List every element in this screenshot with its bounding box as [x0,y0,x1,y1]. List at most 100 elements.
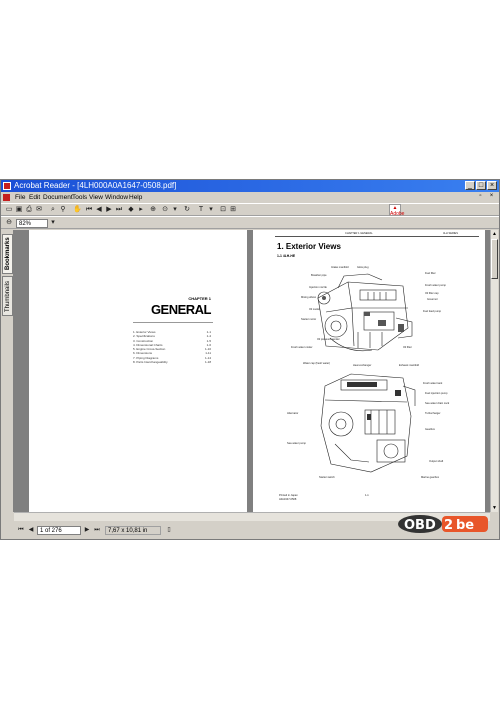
menu-view[interactable]: View [89,192,103,203]
scroll-up-icon[interactable]: ▲ [491,230,498,238]
footer-code: A0A1647-0508 [279,498,297,501]
callout-label: Turbocharger [425,412,441,415]
email-icon[interactable]: ✉ [35,206,43,214]
svg-text:2: 2 [444,518,453,533]
section-title: 1. Exterior Views [277,242,341,251]
save-icon[interactable]: ▣ [15,206,23,214]
callout-label: Output shaft [429,460,444,463]
callout-label: Fresh water tank [423,382,443,385]
main-toolbar: ▭ ▣ ⎙ ✉ ⌕ ⚲ ✋ ⏮ ◀ ▶ ⏭ ◆ ▸ ⊕ ⊙ ▾ ↻ T ▾ ⊡ … [1,203,499,216]
callout-label: Fresh water pump [425,284,446,287]
engine-illustration-top [317,273,413,352]
menu-bar: File Edit Document Tools View Window Hel… [1,192,499,203]
menu-document[interactable]: Document [43,192,73,203]
previous-page-icon[interactable]: ◀ [95,206,103,214]
zoom-in-icon[interactable]: ⊙ [161,206,169,214]
menu-window[interactable]: Window [105,192,128,203]
callout-label: Fuel injection pump [425,392,448,395]
text-select-icon[interactable]: T [197,206,205,214]
window-title: Acrobat Reader - [4LH000A0A1647-0508.pdf… [14,181,177,190]
callout-label: Oil cooler [309,308,320,311]
toc-labels: 1. Exterior Views 2. Specifications 3. C… [133,330,168,364]
footer-page-number: 1-1 [365,494,369,497]
menu-file[interactable]: File [15,192,25,203]
page-number-field[interactable]: 1 of 276 [37,526,81,535]
running-header: CHAPTER 1 GENERAL [345,232,373,235]
open-icon[interactable]: ▭ [5,206,13,214]
zoom-dropdown-icon[interactable]: ▾ [171,206,179,214]
engine-illustration-bottom [320,373,416,473]
callout-label: Marine gearbox [421,476,440,479]
callout-label: Glow plug [357,266,369,269]
doc-close-button[interactable]: × [487,193,496,201]
snapshot-icon[interactable]: ⊡ [219,206,227,214]
status-first-page-icon[interactable]: ⏮ [17,526,25,534]
go-back-icon[interactable]: ◆ [127,206,135,214]
callout-label: Oil filter [403,346,412,349]
title-rule [133,322,213,323]
page-size-display: 7,67 x 10,81 in [105,526,161,535]
close-button[interactable]: × [487,181,497,190]
footer-printed: Printed in Japan [279,494,298,497]
tab-bookmarks[interactable]: Bookmarks [2,234,13,274]
callout-label: Injection nozzle [309,286,327,289]
toc-pages: 1-1 1-4 1-5 1-6 1-10 1-11 1-14 1-18 [205,330,211,364]
callout-label: Intake manifold [331,266,349,269]
menu-help[interactable]: Help [129,192,142,203]
first-page-icon[interactable]: ⏮ [85,206,93,214]
scrollbar-thumb[interactable] [491,239,498,279]
zoom-field-dropdown-icon[interactable]: ▾ [49,219,57,227]
acrobat-app-icon [3,182,11,190]
find-icon[interactable]: ⌕ [49,206,57,214]
text-dropdown-icon[interactable]: ▾ [207,206,215,214]
callout-label: Fresh water cooler [291,346,313,349]
menu-tools[interactable]: Tools [72,192,87,203]
status-next-page-icon[interactable]: ▶ [83,526,91,534]
zoom-field[interactable]: 82% [16,219,48,228]
header-rule [275,236,479,237]
vertical-scrollbar[interactable]: ▲ ▼ [490,230,498,512]
go-forward-icon[interactable]: ▸ [137,206,145,214]
view-toolbar: ⊖ 82% ▾ [1,216,499,229]
last-page-icon[interactable]: ⏭ [115,206,123,214]
print-icon[interactable]: ⎙ [25,206,33,214]
select-text-icon[interactable]: ⊕ [149,206,157,214]
callout-label: Oil filler cap [425,292,439,295]
column-select-icon[interactable]: ⊞ [229,206,237,214]
search-icon[interactable]: ⚲ [59,206,67,214]
scroll-down-icon[interactable]: ▼ [491,504,498,512]
minimize-button[interactable]: _ [465,181,475,190]
title-bar: Acrobat Reader - [4LH000A0A1647-0508.pdf… [1,180,499,192]
right-page: CHAPTER 1 GENERAL 4LH SERIES 1. Exterior… [253,230,485,512]
callout-label: Starter switch [319,476,335,479]
callout-label: Breather pipe [311,274,327,277]
rotate-icon[interactable]: ↻ [183,206,191,214]
series-header: 4LH SERIES [443,232,458,235]
tab-thumbnails[interactable]: Thumbnails [2,276,13,316]
status-last-page-icon[interactable]: ⏭ [93,526,101,534]
callout-label: Exhaust manifold [399,364,419,367]
zoom-out-icon[interactable]: ⊖ [5,219,13,227]
document-area[interactable]: CHAPTER 1 GENERAL 1. Exterior Views 2. S… [14,230,490,512]
callout-label: Heat exchanger [353,364,372,367]
toc-item[interactable]: 8. Parts Interchangeability [133,360,168,364]
callout-label: Oil pressure sender [317,338,340,341]
callout-label: Fuel feed pump [423,310,442,313]
left-page: CHAPTER 1 GENERAL 1. Exterior Views 2. S… [29,230,247,512]
hand-tool-icon[interactable]: ✋ [73,206,82,214]
menu-edit[interactable]: Edit [29,192,40,203]
chapter-label: CHAPTER 1 [188,296,211,301]
adobe-logo[interactable]: ▲ Adobe [389,204,404,217]
maximize-button[interactable]: □ [476,181,486,190]
document-menu-icon[interactable] [3,194,10,201]
callout-label: Fuel filter [425,272,436,275]
callout-label: Starter motor [301,318,317,321]
callout-label: Mixing elbow [301,296,316,299]
callout-label: Governor [427,298,438,301]
next-page-icon[interactable]: ▶ [105,206,113,214]
doc-restore-button[interactable]: ▫ [476,193,485,201]
single-page-icon[interactable]: ▯ [165,526,173,534]
status-prev-page-icon[interactable]: ◀ [27,526,35,534]
callout-label: Sea water drain cock [425,402,450,405]
navigation-pane-tabs: Bookmarks Thumbnails [1,230,14,512]
